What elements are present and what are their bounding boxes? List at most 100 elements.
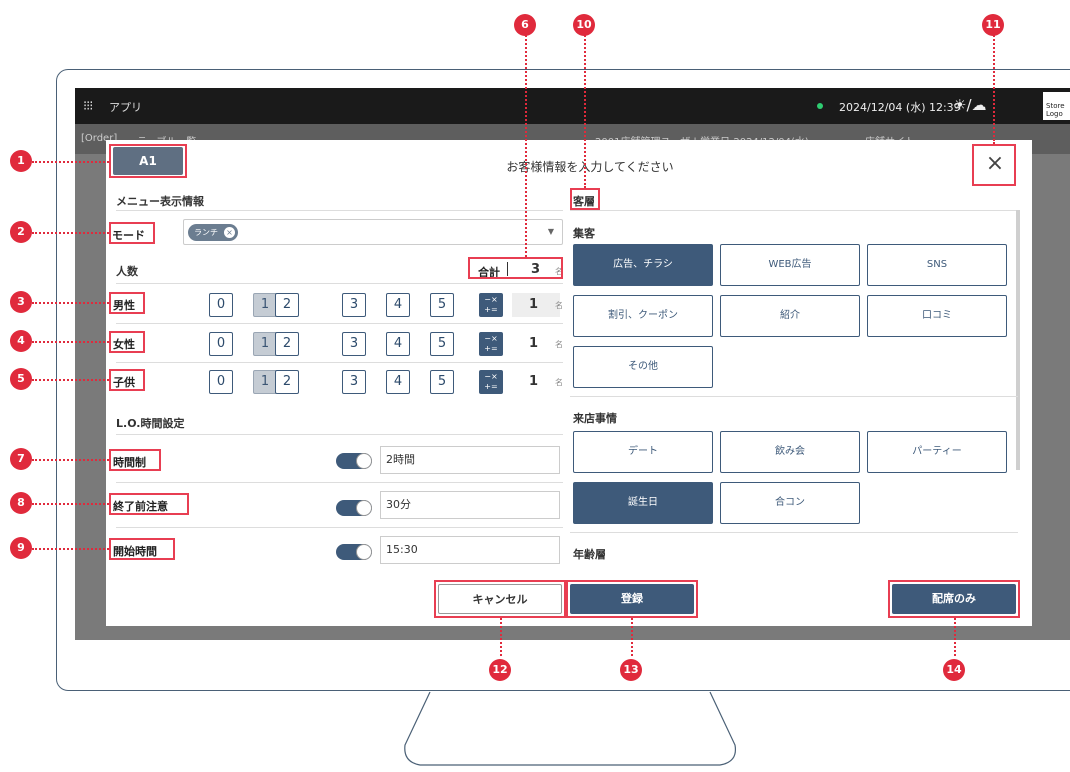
male-count-1[interactable]: 1 — [253, 293, 277, 317]
lo-section-title: L.O.時間設定 — [116, 417, 185, 430]
visit-option-mixer[interactable]: 合コン — [720, 482, 860, 524]
mode-select[interactable]: ランチ × ▼ — [183, 219, 563, 245]
status-dot-icon — [817, 103, 823, 109]
modal-title: お客様情報を入力してください — [506, 160, 674, 174]
female-count-1[interactable]: 1 — [253, 332, 277, 356]
menu-section-title: メニュー表示情報 — [116, 195, 204, 208]
divider — [116, 283, 563, 284]
scrollbar[interactable] — [1016, 210, 1020, 470]
child-unit: 名 — [555, 378, 563, 387]
chip-remove-icon[interactable]: × — [224, 227, 235, 238]
leader-line — [525, 32, 527, 257]
leader-line — [584, 32, 586, 188]
highlight-customer — [570, 188, 600, 210]
female-count-4[interactable]: 4 — [386, 332, 410, 356]
male-count-5[interactable]: 5 — [430, 293, 454, 317]
customer-info-modal — [106, 140, 1032, 626]
start-time-toggle[interactable] — [336, 544, 372, 560]
child-count-3[interactable]: 3 — [342, 370, 366, 394]
highlight-room — [109, 144, 187, 178]
visit-option-drinks[interactable]: 飲み会 — [720, 431, 860, 473]
child-calculator-icon[interactable]: −× += — [479, 370, 503, 394]
attract-section-title: 集客 — [573, 227, 595, 240]
attract-option-web-ad[interactable]: WEB広告 — [720, 244, 860, 286]
time-system-toggle[interactable] — [336, 453, 372, 469]
female-unit: 名 — [555, 340, 563, 349]
callout-5: 5 — [10, 368, 32, 390]
callout-1: 1 — [10, 150, 32, 172]
people-section-title: 人数 — [116, 265, 138, 278]
female-count-0[interactable]: 0 — [209, 332, 233, 356]
leader-line — [500, 618, 502, 656]
male-count-2[interactable]: 2 — [275, 293, 299, 317]
female-count-2[interactable]: 2 — [275, 332, 299, 356]
start-time-field[interactable]: 15:30 — [380, 536, 560, 564]
attract-option-sns[interactable]: SNS — [867, 244, 1007, 286]
visit-section-title: 来店事情 — [573, 412, 617, 425]
monitor-stand — [404, 691, 737, 766]
callout-4: 4 — [10, 330, 32, 352]
callout-8: 8 — [10, 492, 32, 514]
highlight-register — [566, 580, 698, 618]
divider — [570, 532, 1018, 533]
attract-option-coupon[interactable]: 割引、クーポン — [573, 295, 713, 337]
female-count-5[interactable]: 5 — [430, 332, 454, 356]
attract-option-flyer[interactable]: 広告、チラシ — [573, 244, 713, 286]
app-grid-icon[interactable]: ⁝⁝⁝ — [83, 99, 93, 114]
callout-7: 7 — [10, 448, 32, 470]
highlight-time-system — [109, 449, 161, 471]
leader-line — [32, 161, 109, 163]
callout-2: 2 — [10, 221, 32, 243]
divider — [116, 527, 563, 528]
leader-line — [954, 618, 956, 656]
male-count-4[interactable]: 4 — [386, 293, 410, 317]
male-unit: 名 — [555, 301, 563, 310]
highlight-cancel — [434, 580, 566, 618]
visit-option-party[interactable]: パーティー — [867, 431, 1007, 473]
app-label[interactable]: アプリ — [109, 99, 142, 115]
male-count-value: 1 — [528, 297, 538, 312]
leader-line — [32, 341, 109, 343]
highlight-total — [468, 257, 563, 279]
divider — [570, 210, 1018, 211]
callout-3: 3 — [10, 291, 32, 313]
divider — [570, 396, 1018, 397]
child-count-0[interactable]: 0 — [209, 370, 233, 394]
divider — [116, 323, 563, 324]
highlight-end-warning — [109, 493, 189, 515]
female-calculator-icon[interactable]: −× += — [479, 332, 503, 356]
child-count-value: 1 — [528, 374, 538, 389]
end-warning-field[interactable]: 30分 — [380, 491, 560, 519]
child-count-1[interactable]: 1 — [253, 370, 277, 394]
callout-13: 13 — [620, 659, 642, 681]
child-count-2[interactable]: 2 — [275, 370, 299, 394]
child-count-4[interactable]: 4 — [386, 370, 410, 394]
system-topbar: ⁝⁝⁝ アプリ 2024/12/04 (水) 12:39 ☀/☁ Store L… — [75, 88, 1070, 124]
visit-option-birthday[interactable]: 誕生日 — [573, 482, 713, 524]
attract-option-review[interactable]: 口コミ — [867, 295, 1007, 337]
attract-option-referral[interactable]: 紹介 — [720, 295, 860, 337]
highlight-close — [972, 144, 1016, 186]
leader-line — [32, 548, 109, 550]
callout-12: 12 — [489, 659, 511, 681]
female-count-3[interactable]: 3 — [342, 332, 366, 356]
divider — [116, 434, 563, 435]
highlight-mode — [109, 222, 155, 244]
attract-option-other[interactable]: その他 — [573, 346, 713, 388]
visit-option-date[interactable]: デート — [573, 431, 713, 473]
callout-14: 14 — [943, 659, 965, 681]
leader-line — [32, 503, 109, 505]
leader-line — [32, 302, 109, 304]
male-count-0[interactable]: 0 — [209, 293, 233, 317]
callout-9: 9 — [10, 537, 32, 559]
male-count-3[interactable]: 3 — [342, 293, 366, 317]
callout-11: 11 — [982, 14, 1004, 36]
weather-icon: ☀/☁ — [953, 96, 987, 114]
time-system-field[interactable]: 2時間 — [380, 446, 560, 474]
child-count-5[interactable]: 5 — [430, 370, 454, 394]
age-section-title: 年齢層 — [573, 548, 606, 561]
leader-line — [993, 32, 995, 144]
callout-6: 6 — [514, 14, 536, 36]
end-warning-toggle[interactable] — [336, 500, 372, 516]
male-calculator-icon[interactable]: −× += — [479, 293, 503, 317]
